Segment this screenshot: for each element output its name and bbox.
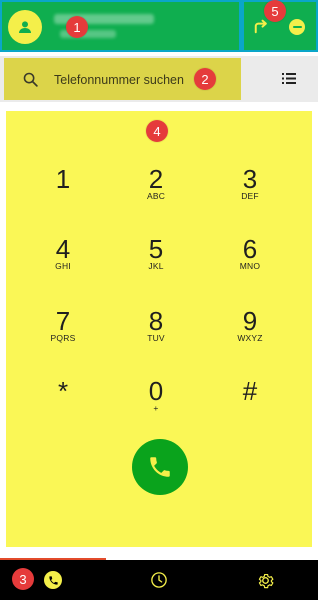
profile-section[interactable] <box>2 2 239 50</box>
key-digit: 7 <box>55 306 71 336</box>
key-digit: 4 <box>55 234 71 264</box>
key-digit: 6 <box>242 234 258 264</box>
clock-icon <box>151 572 167 588</box>
key-digit: 2 <box>148 164 164 194</box>
dial-key-4[interactable]: 4 GHI <box>14 235 112 297</box>
person-icon <box>19 21 31 33</box>
key-digit: # <box>242 376 258 406</box>
dial-key-0[interactable]: 0 + <box>107 377 205 439</box>
key-letters: JKL <box>148 261 164 271</box>
marker-2: 2 <box>194 68 216 90</box>
key-letters: GHI <box>55 261 71 271</box>
dial-key-5[interactable]: 5 JKL <box>107 235 205 297</box>
phone-app: 1 2 ABC 3 DEF 4 GHI 5 JKL 6 MNO 7 PQRS 8 <box>0 0 318 600</box>
call-forward-icon[interactable] <box>252 18 270 36</box>
key-letters: WXYZ <box>237 333 263 343</box>
key-digit: 9 <box>242 306 258 336</box>
dial-key-6[interactable]: 6 MNO <box>201 235 299 297</box>
dial-key-1[interactable]: 1 <box>14 165 112 227</box>
dialpad: 1 2 ABC 3 DEF 4 GHI 5 JKL 6 MNO 7 PQRS 8 <box>6 111 312 547</box>
key-digit: 5 <box>148 234 164 264</box>
dial-key-3[interactable]: 3 DEF <box>201 165 299 227</box>
key-digit: 0 <box>148 376 164 406</box>
phone-icon <box>44 571 62 589</box>
key-digit: * <box>57 376 69 406</box>
dial-key-9[interactable]: 9 WXYZ <box>201 307 299 369</box>
gear-icon <box>258 573 273 588</box>
key-letters: MNO <box>239 261 261 271</box>
key-digit: 1 <box>55 164 71 194</box>
search-bar <box>0 56 318 102</box>
nav-history[interactable] <box>106 560 212 600</box>
call-button[interactable] <box>132 439 188 495</box>
marker-5: 5 <box>264 0 286 22</box>
key-letters: ABC <box>146 191 166 201</box>
avatar[interactable] <box>8 10 42 44</box>
marker-4: 4 <box>146 120 168 142</box>
bottom-nav <box>0 560 318 600</box>
marker-3: 3 <box>12 568 34 590</box>
search-icon <box>23 72 38 87</box>
key-digit: 8 <box>148 306 164 336</box>
key-digit: 3 <box>242 164 258 194</box>
dial-key-8[interactable]: 8 TUV <box>107 307 205 369</box>
dial-key-star[interactable]: * <box>14 377 112 439</box>
list-icon[interactable] <box>282 73 296 84</box>
marker-1: 1 <box>66 16 88 38</box>
dial-key-7[interactable]: 7 PQRS <box>14 307 112 369</box>
key-letters: TUV <box>147 333 165 343</box>
dial-key-2[interactable]: 2 ABC <box>107 165 205 227</box>
key-letters: DEF <box>241 191 259 201</box>
search-input[interactable] <box>54 70 204 90</box>
dial-key-hash[interactable]: # <box>201 377 299 439</box>
nav-settings[interactable] <box>212 560 318 600</box>
do-not-disturb-icon[interactable] <box>289 19 305 35</box>
key-letters: + <box>153 403 159 413</box>
key-letters: PQRS <box>50 333 76 343</box>
phone-icon <box>150 457 170 477</box>
